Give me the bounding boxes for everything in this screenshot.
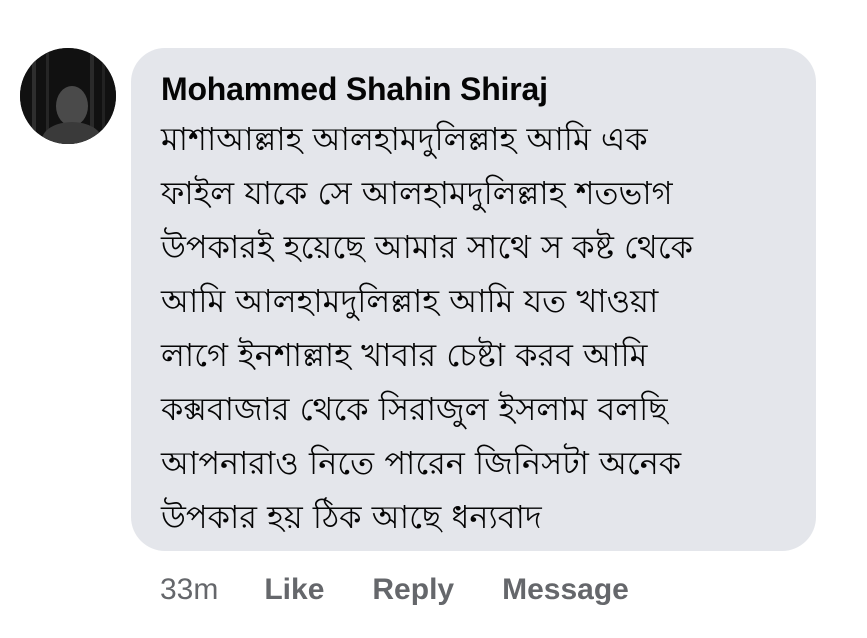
comment-actions: 33m Like Reply Message	[160, 570, 677, 610]
comment-text-line: কক্সবাজার থেকে সিরাজুল ইসলাম বলছি	[161, 390, 668, 428]
comment-text: মাশাআল্লাহ আলহামদুলিল্লাহ আমি এক ফাইল যা…	[161, 112, 786, 544]
comment-text-line: লাগে ইনশাল্লাহ খাবার চেষ্টা করব আমি	[161, 336, 648, 374]
message-button[interactable]: Message	[502, 573, 629, 607]
avatar[interactable]	[20, 48, 116, 144]
comment-bubble: Mohammed Shahin Shiraj মাশাআল্লাহ আলহামদ…	[131, 48, 816, 551]
comment-text-line: মাশাআল্লাহ আলহামদুলিল্লাহ আমি এক	[161, 120, 648, 158]
comment-text-line: ফাইল যাকে সে আলহামদুলিল্লাহ শতভাগ	[161, 174, 673, 212]
comment-text-line: আমি আলহামদুলিল্লাহ আমি যত খাওয়া	[161, 282, 659, 320]
timestamp[interactable]: 33m	[160, 573, 218, 607]
comment: Mohammed Shahin Shiraj মাশাআল্লাহ আলহামদ…	[0, 0, 867, 638]
profile-photo-icon	[20, 48, 116, 144]
comment-text-line: উপকারই হয়েছে আমার সাথে স কষ্ট থেকে	[161, 228, 694, 266]
comment-text-line: উপকার হয় ঠিক আছে ধন্যবাদ	[161, 498, 542, 536]
reply-button[interactable]: Reply	[372, 573, 454, 607]
author-name[interactable]: Mohammed Shahin Shiraj	[161, 70, 786, 108]
comment-text-line: আপনারাও নিতে পারেন জিনিসটা অনেক	[161, 444, 682, 482]
like-button[interactable]: Like	[264, 573, 324, 607]
